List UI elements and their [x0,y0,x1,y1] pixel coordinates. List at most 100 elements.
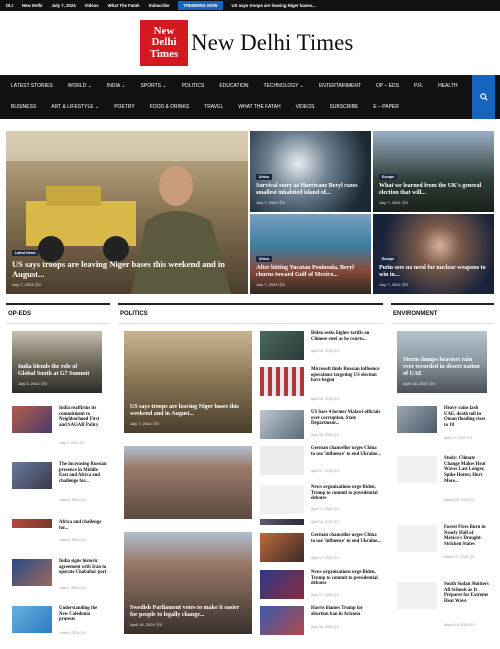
article-thumbnail[interactable] [260,519,304,525]
op-eds-lead-story[interactable]: India blends the role of Global South at… [12,331,102,393]
nav-food-drinks[interactable]: FOOD & DRINKS [150,104,189,110]
nav-what-the-fatah[interactable]: WHAT THE FATAH [238,104,280,110]
politics-lead-title[interactable]: Swedish Parliament votes to make it easi… [130,605,246,619]
article-title[interactable]: US bars 4 former Malawi officials over c… [311,410,381,427]
article-title[interactable]: India signs historic agreement with Iran… [59,559,107,576]
article-title[interactable]: South Sudan Shutters All Schools as It P… [444,582,490,605]
top-bar-fatah-link[interactable]: What The Fatah [108,3,140,8]
article-title[interactable]: German chancellor urges China to use 'in… [311,446,381,457]
article-meta: March 27, 2024 ⓪0 [444,555,475,559]
nav-business[interactable]: BUSINESS [11,104,36,110]
article-meta: June 1, 2024 ⓪0 [59,586,86,590]
category-badge[interactable]: Africa [256,256,272,262]
hero-story-2[interactable]: Europe What we learned from the UK's gene… [373,131,494,212]
politics-image-building[interactable] [124,446,252,519]
nav-politics[interactable]: POLITICS [182,83,205,89]
article-thumbnail[interactable] [397,582,437,609]
article-thumbnail[interactable] [260,367,304,396]
section-title[interactable]: POLITICS [118,305,383,324]
hero-story-3[interactable]: Africa After hitting Yucatan Peninsula, B… [250,214,371,294]
article-thumbnail[interactable] [260,570,304,599]
article-meta: March 18, 2024 ⓪0 [444,623,475,627]
hero-story-title[interactable]: What we learned from the UK's general el… [379,183,488,197]
politics-lead-meta: July 7, 2024 ⓪0 [130,421,159,426]
article-title[interactable]: Biden seeks higher tariffs on Chinese st… [311,331,381,342]
hero-main-story[interactable]: Latest News US says troops are leaving N… [6,131,248,294]
article-thumbnail[interactable] [260,606,304,635]
article-thumbnail[interactable] [260,446,304,475]
article-title[interactable]: Forest Fires Burn in Nearly Half of Mexi… [444,525,490,548]
article-title[interactable]: News organizations urge Biden, Trump to … [311,570,381,587]
article-title[interactable]: Africa and challenge for... [59,520,107,531]
top-bar-location[interactable]: New Delhi [22,3,43,8]
article-meta: April 17, 2024 ⓪0 [311,593,340,597]
article-thumbnail[interactable] [12,606,52,633]
trending-headline-link[interactable]: US says troops are leaving Niger bases..… [232,3,316,8]
article-thumbnail[interactable] [397,525,437,552]
article-title[interactable]: Study: Climate Change Makes Heat Waves L… [444,456,490,485]
section-title[interactable]: ENVIRONMENT [391,305,494,324]
nav-health[interactable]: HEALTH [438,83,457,89]
politics-lead-story-2[interactable]: Swedish Parliament votes to make it easi… [124,532,252,634]
category-badge[interactable]: Africa [256,174,272,180]
hero-story-1[interactable]: Africa Survival story as Hurricane Beryl … [250,131,371,212]
article-thumbnail[interactable] [12,559,52,586]
article-thumbnail[interactable] [260,533,304,562]
article-title[interactable]: Microsoft finds Russian influence operat… [311,367,381,384]
hero-story-title[interactable]: Putin sees no need for nuclear weapons t… [379,265,488,279]
nav-e-paper[interactable]: E – PAPER [373,104,398,110]
category-badge[interactable]: Europe [379,256,398,262]
top-bar-videos-link[interactable]: Videos [85,3,99,8]
hero-story-title[interactable]: After hitting Yucatan Peninsula, Beryl c… [256,265,365,279]
nav-pr[interactable]: P.R. [414,83,423,89]
article-thumbnail[interactable] [12,406,52,433]
hero-story-meta: July 7, 2024 ⓪0 [379,282,408,287]
article-title[interactable]: Understanding the New Caledonia protests [59,606,107,623]
article-title[interactable]: News organizations urge Biden, Trump to … [311,485,381,502]
category-badge[interactable]: Latest News [12,250,39,256]
nav-education[interactable]: EDUCATION [219,83,248,89]
section-title[interactable]: OP-EDS [6,305,110,324]
article-title[interactable]: Harris blames Trump for abortion ban in … [311,606,381,617]
hero-story-meta: July 7, 2024 ⓪0 [379,200,408,205]
article-thumbnail[interactable] [12,462,52,489]
article-meta: March 28, 2024 ⓪0 [444,498,475,502]
category-badge[interactable]: Europe [379,174,398,180]
nav-sports[interactable]: SPORTS ⌄ [141,83,167,89]
hero-story-title[interactable]: Survival story as Hurricane Beryl razes … [256,183,365,197]
search-button[interactable] [472,75,495,119]
top-bar-subscribe-link[interactable]: Subscribe [149,3,170,8]
nav-india[interactable]: INDIA ⌄ [107,83,126,89]
site-logo[interactable]: New Delhi Times New Delhi Times [140,20,353,66]
article-thumbnail[interactable] [397,456,437,483]
nav-poetry[interactable]: POETRY [114,104,134,110]
article-meta: April 16, 2024 ⓪0 [311,625,340,629]
hero-story-4[interactable]: Europe Putin sees no need for nuclear wea… [373,214,494,294]
politics-lead-story-1[interactable]: US says troops are leaving Niger bases t… [124,331,252,433]
op-eds-lead-title[interactable]: India blends the role of Global South at… [18,364,96,378]
article-title[interactable]: German chancellor urges China to use 'in… [311,533,381,544]
article-thumbnail[interactable] [12,519,52,528]
nav-travel[interactable]: TRAVEL [204,104,223,110]
article-thumbnail[interactable] [397,406,437,433]
article-thumbnail[interactable] [260,410,304,439]
environment-lead-story[interactable]: Storm dumps heaviest rain ever recorded … [397,331,487,393]
nav-op-eds[interactable]: OP – EDS [376,83,399,89]
nav-art-lifestyle[interactable]: ART & LIFESTYLE ⌄ [51,104,99,110]
environment-lead-title[interactable]: Storm dumps heaviest rain ever recorded … [403,357,481,378]
nav-latest-stories[interactable]: LATEST STORIES [11,83,53,89]
article-meta: April 17, 2024 ⓪0 [311,556,340,560]
article-title[interactable]: India reaffirms its commitment to Neighb… [59,406,107,429]
politics-lead-title[interactable]: US says troops are leaving Niger bases t… [130,404,246,418]
article-thumbnail[interactable] [260,485,304,514]
article-thumbnail[interactable] [260,331,304,360]
article-title[interactable]: Heavy rains lash UAE, death toll in Oman… [444,406,490,429]
nav-technology[interactable]: TECHNOLOGY ⌄ [263,83,304,89]
nav-entertainment[interactable]: ENTERTAINMENT [319,83,361,89]
nav-videos[interactable]: VIDEOS [296,104,315,110]
nav-world[interactable]: WORLD ⌄ [68,83,92,89]
search-icon [479,93,488,101]
nav-subscribe[interactable]: SUBSCRIBE [329,104,358,110]
hero-main-title[interactable]: US says troops are leaving Niger bases t… [12,259,242,279]
article-title[interactable]: The increasing Russian presence in Middl… [59,462,107,485]
